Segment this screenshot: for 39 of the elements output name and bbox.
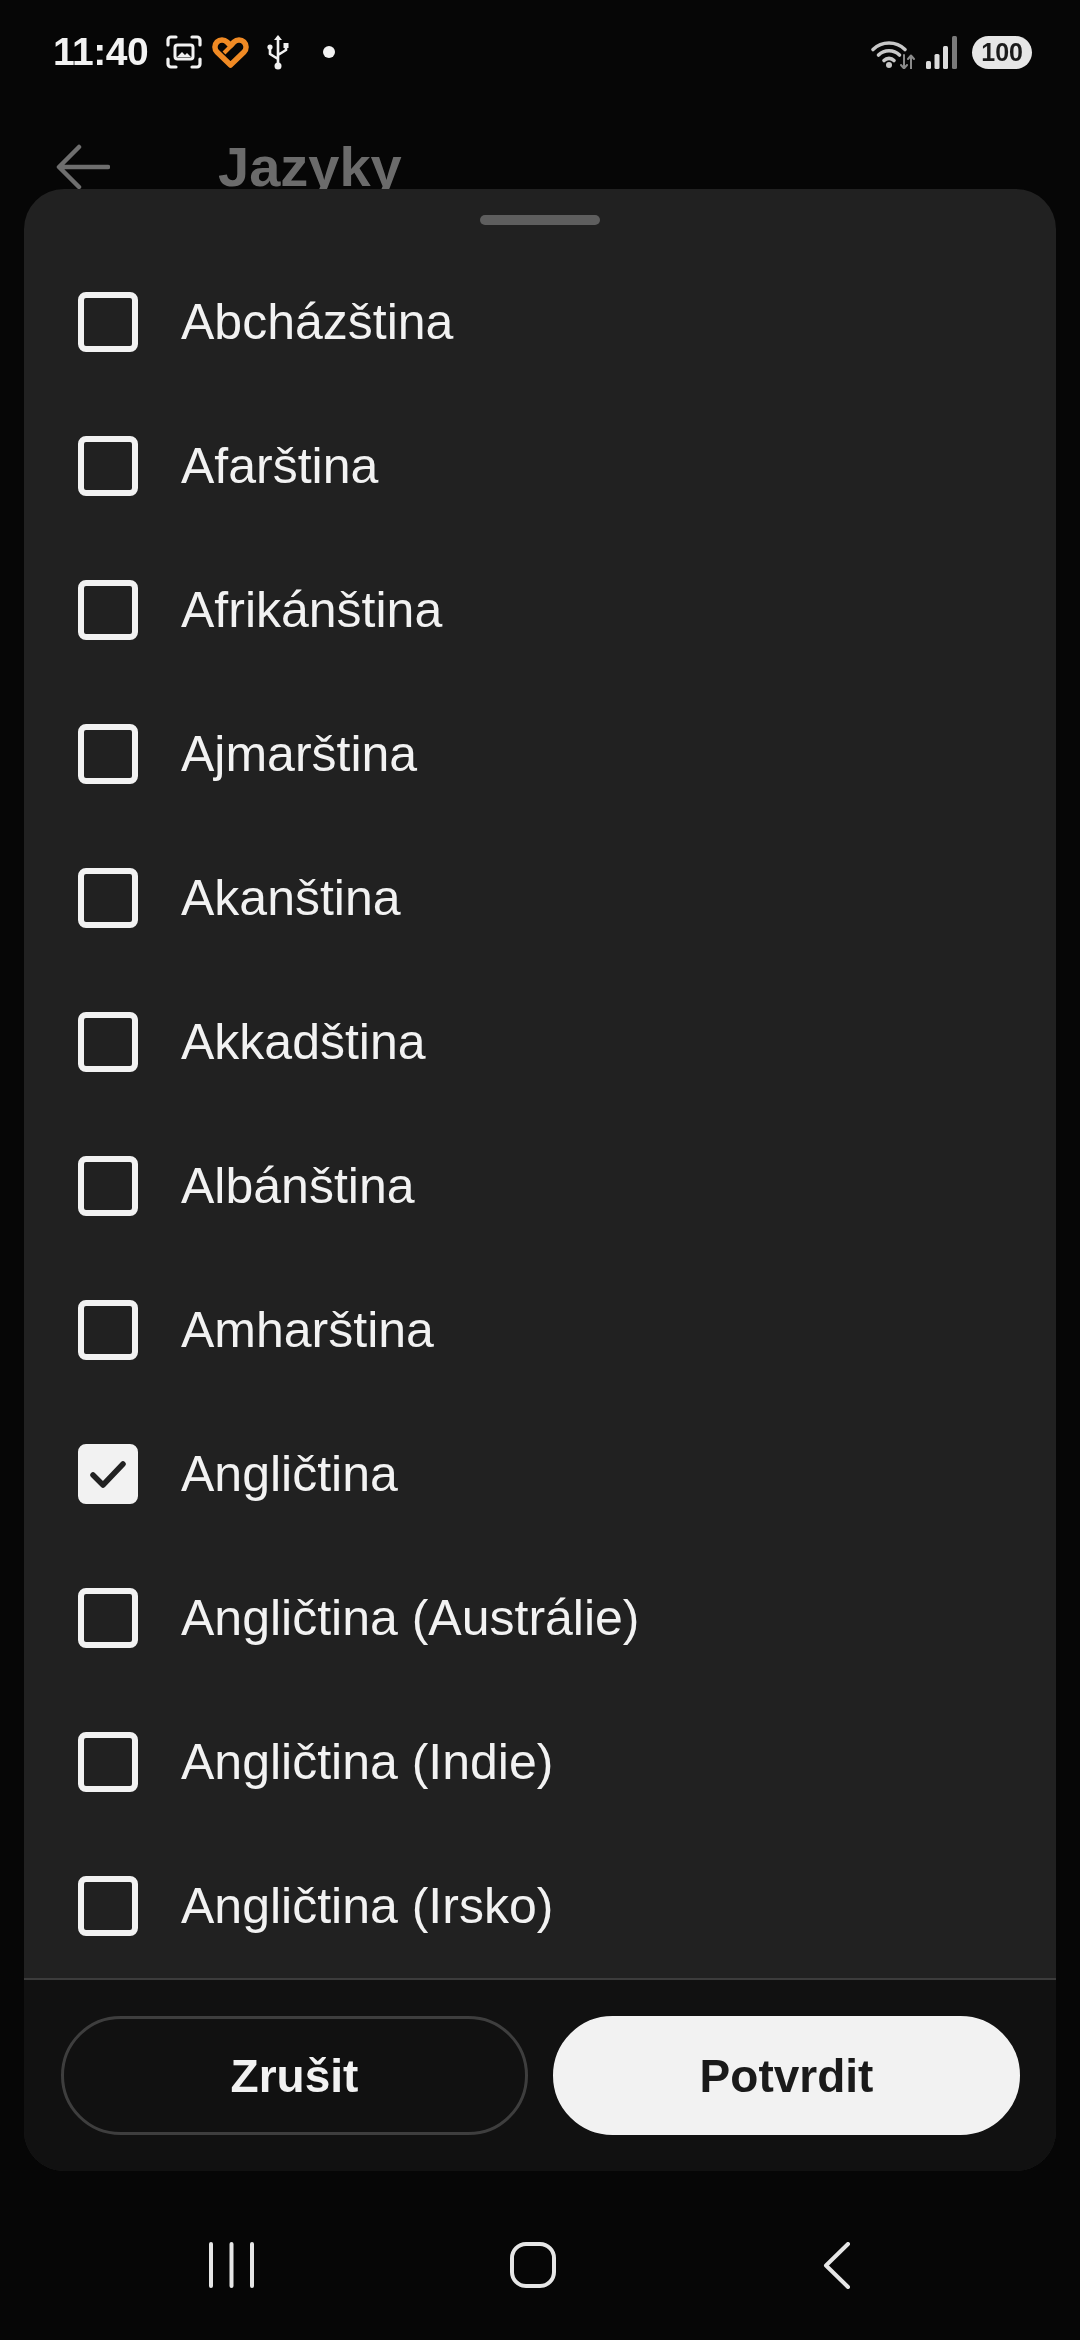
checkbox[interactable] — [78, 1588, 138, 1648]
home-icon[interactable] — [510, 2242, 556, 2288]
back-icon[interactable] — [823, 2241, 851, 2289]
checkbox[interactable] — [78, 1156, 138, 1216]
checkbox[interactable] — [78, 1300, 138, 1360]
usb-icon — [266, 34, 291, 70]
checkbox[interactable] — [78, 868, 138, 928]
language-label[interactable]: Afarština — [181, 437, 379, 495]
heart-icon — [212, 36, 250, 68]
recents-icon[interactable] — [209, 2242, 254, 2288]
checkmark-icon — [90, 1460, 126, 1488]
cancel-button[interactable]: Zrušit — [61, 2016, 528, 2135]
language-label[interactable]: Abcházština — [181, 293, 454, 351]
language-label[interactable]: Angličtina (Irsko) — [181, 1877, 554, 1935]
checkbox[interactable] — [78, 1012, 138, 1072]
language-label[interactable]: Ajmarština — [181, 725, 418, 783]
checkbox[interactable] — [78, 580, 138, 640]
screenshot-icon — [166, 35, 203, 69]
back-arrow-icon[interactable] — [56, 144, 110, 190]
language-label[interactable]: Angličtina (Indie) — [181, 1733, 554, 1791]
drag-handle[interactable] — [480, 215, 600, 225]
checkbox[interactable] — [78, 436, 138, 496]
checkbox[interactable] — [78, 724, 138, 784]
language-label[interactable]: Amharština — [181, 1301, 434, 1359]
language-label[interactable]: Akanština — [181, 869, 401, 927]
language-label[interactable]: Angličtina — [181, 1445, 398, 1503]
confirm-button[interactable]: Potvrdit — [553, 2016, 1020, 2135]
checkbox[interactable] — [78, 1444, 138, 1504]
status-time: 11:40 — [53, 30, 149, 74]
language-label[interactable]: Angličtina (Austrálie) — [181, 1589, 640, 1647]
battery-indicator: 100 — [972, 35, 1032, 69]
language-label[interactable]: Akkadština — [181, 1013, 426, 1071]
checkbox[interactable] — [78, 1876, 138, 1936]
checkbox[interactable] — [78, 1732, 138, 1792]
notification-dot-icon — [323, 46, 336, 58]
language-label[interactable]: Albánština — [181, 1157, 415, 1215]
language-label[interactable]: Afrikánština — [181, 581, 443, 639]
signal-icon — [926, 35, 958, 69]
checkbox[interactable] — [78, 292, 138, 352]
